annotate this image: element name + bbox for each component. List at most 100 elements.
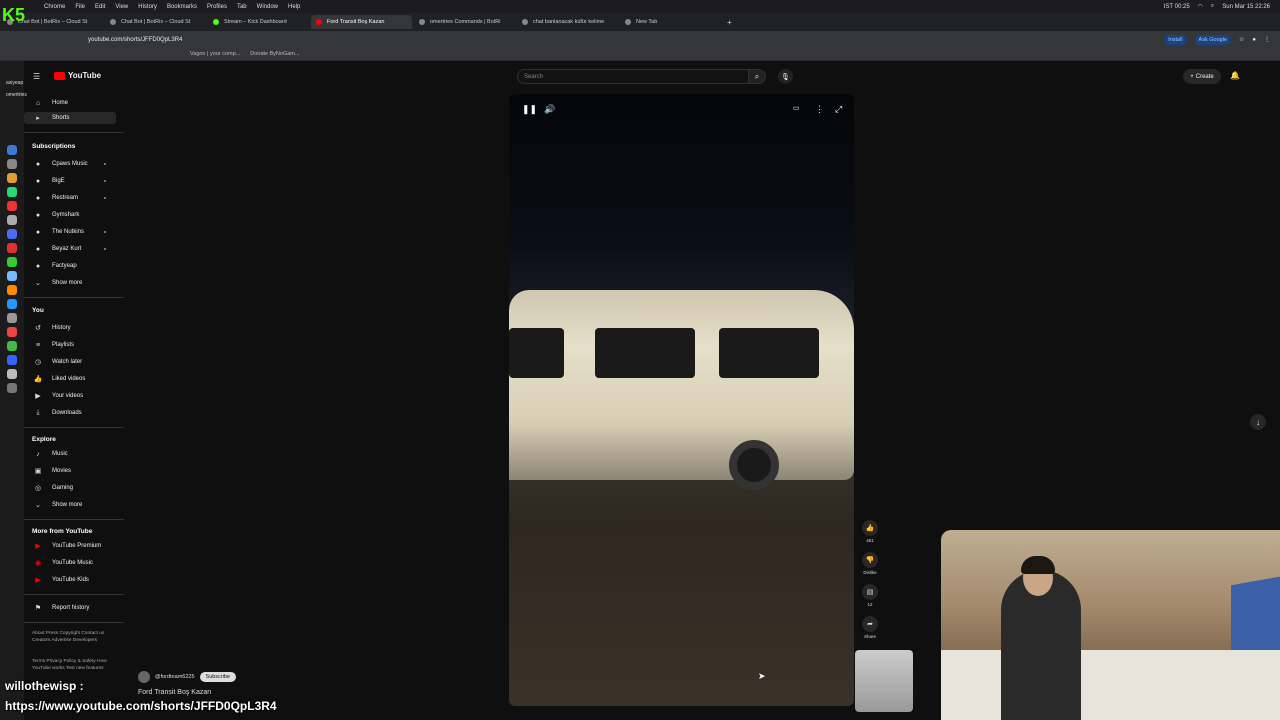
tab-new[interactable]: New Tab [620, 15, 721, 29]
channel-handle[interactable]: @fordteam6225 [155, 674, 195, 680]
star-icon[interactable]: ☆ [1239, 36, 1244, 43]
app-icon[interactable] [7, 201, 17, 211]
short-video-player[interactable]: ❚❚ 🔊 ▭ ⋮ ⤢ [509, 94, 854, 706]
more-icon[interactable]: ⋮ [1264, 36, 1270, 43]
chevron-down-icon: ⌄ [35, 280, 41, 287]
tab-youtube-short[interactable]: Ford Transit Boş Kazan [311, 15, 412, 29]
channel-thumbnail[interactable] [855, 650, 913, 712]
bookmark-donate[interactable]: Donate ByNoGam... [250, 51, 299, 57]
menu-tab[interactable]: Tab [237, 4, 247, 10]
menu-view[interactable]: View [115, 4, 128, 10]
menu-help[interactable]: Help [288, 4, 300, 10]
app-icon[interactable] [7, 285, 17, 295]
sub-the-nutkins[interactable]: ● The Nutkins [24, 226, 116, 238]
search-icon[interactable]: ⌕ [1211, 3, 1214, 10]
you-title[interactable]: You [32, 307, 44, 314]
voice-search-button[interactable]: 🎙 [778, 69, 793, 84]
divider [24, 594, 124, 595]
app-icon[interactable] [7, 369, 17, 379]
app-icon[interactable] [7, 271, 17, 281]
nav-your-videos[interactable]: ▶ Your videos [24, 390, 116, 402]
new-tab-icon[interactable]: + [727, 18, 732, 27]
menu-edit[interactable]: Edit [95, 4, 105, 10]
sub-restream[interactable]: ● Restream [24, 192, 116, 204]
fullscreen-icon[interactable]: ⤢ [835, 104, 842, 115]
more-icon[interactable]: ⋮ [815, 104, 824, 115]
nav-report-history[interactable]: ⚑ Report history [24, 602, 116, 614]
nav-watch-later[interactable]: ◷ Watch later [24, 356, 116, 368]
tab-botrix-2[interactable]: Chat Bot | BotRix – Cloud St [105, 15, 206, 29]
footer-links-1[interactable]: About Press Copyright Contact us Creator… [32, 630, 122, 644]
app-icon[interactable] [7, 299, 17, 309]
url-field[interactable]: youtube.com/shorts/JFFD0QpL3R4 [88, 37, 182, 43]
tab-kick-dashboard[interactable]: Stream – Kick Dashboard [208, 15, 309, 29]
footer-links-2[interactable]: Terms Privacy Policy & Safety How YouTub… [32, 658, 122, 672]
nav-youtube-premium[interactable]: ▶ YouTube Premium [24, 540, 116, 552]
nav-gaming[interactable]: ◎ Gaming [24, 482, 116, 494]
short-title[interactable]: Ford Transit Boş Kazan [138, 689, 211, 696]
app-icon[interactable] [7, 159, 17, 169]
app-icon[interactable] [7, 187, 17, 197]
share-button[interactable]: ➦ [862, 616, 878, 632]
tab-omertries-commands[interactable]: omertries Commands | BotRi [414, 15, 515, 29]
nav-shorts[interactable]: ▸ Shorts [24, 112, 116, 124]
subscribe-button[interactable]: Subscribe [199, 672, 236, 682]
app-icon[interactable] [7, 341, 17, 351]
app-icon[interactable] [7, 173, 17, 183]
app-icon[interactable] [7, 257, 17, 267]
sub-cpaws-music[interactable]: ● Cpaws Music [24, 158, 116, 170]
nav-home[interactable]: ⌂ Home [24, 97, 116, 109]
menu-history[interactable]: History [138, 4, 157, 10]
nav-movies[interactable]: ▣ Movies [24, 465, 116, 477]
sub-factyeap[interactable]: ● Factyeap [24, 260, 116, 272]
app-icon[interactable] [7, 313, 17, 323]
ask-google-button[interactable]: Ask Google [1194, 34, 1231, 45]
app-icon[interactable] [7, 145, 17, 155]
search-button[interactable]: ⌕ [748, 69, 766, 84]
nav-downloads[interactable]: ⤓ Downloads [24, 407, 116, 419]
subscriptions-title[interactable]: Subscriptions [32, 143, 75, 150]
dislike-button[interactable]: 👎 [862, 552, 878, 568]
app-icon[interactable] [7, 355, 17, 365]
nav-history[interactable]: ↺ History [24, 322, 116, 334]
sub-beyaz-kurt[interactable]: ● Beyaz Kurt [24, 243, 116, 255]
menu-app[interactable]: Chrome [44, 4, 65, 10]
explore-show-more[interactable]: ⌄ Show more [24, 499, 116, 511]
notifications-bell-icon[interactable]: 🔔 [1230, 71, 1240, 80]
captions-icon[interactable]: ▭ [793, 104, 800, 112]
nav-music[interactable]: ♪ Music [24, 448, 116, 460]
nav-playlists[interactable]: ≡ Playlists [24, 339, 116, 351]
menu-window[interactable]: Window [257, 4, 278, 10]
nav-youtube-music[interactable]: ◉ YouTube Music [24, 557, 116, 569]
install-button[interactable]: Install [1164, 34, 1187, 45]
clock[interactable]: Sun Mar 15 22:26 [1222, 4, 1270, 10]
app-icon[interactable] [7, 229, 17, 239]
next-short-button[interactable]: ↓ [1250, 414, 1266, 430]
nav-liked-videos[interactable]: 👍 Liked videos [24, 373, 116, 385]
bookmark-vagon[interactable]: Vagon | your comp... [190, 51, 240, 57]
divider [24, 132, 124, 133]
app-icon[interactable] [7, 243, 17, 253]
channel-avatar[interactable] [138, 671, 150, 683]
youtube-logo[interactable]: YouTube [54, 71, 101, 80]
app-icon[interactable] [7, 215, 17, 225]
search-input[interactable]: Search [517, 69, 749, 84]
sub-bige[interactable]: ● BigE [24, 175, 116, 187]
app-icon[interactable] [7, 327, 17, 337]
menu-file[interactable]: File [75, 4, 85, 10]
menu-profiles[interactable]: Profiles [207, 4, 227, 10]
menu-icon[interactable]: ☰ [33, 72, 40, 81]
sub-gymshark[interactable]: ● Gymshark [24, 209, 116, 221]
wifi-icon[interactable]: ◠ [1198, 3, 1203, 10]
tab-chat-ban[interactable]: chat banlanacak küfür kelime [517, 15, 618, 29]
volume-icon[interactable]: 🔊 [544, 104, 555, 115]
like-button[interactable]: 👍 [862, 520, 878, 536]
menu-bookmarks[interactable]: Bookmarks [167, 4, 197, 10]
comments-button[interactable]: ▤ [862, 584, 878, 600]
create-button[interactable]: + Create [1183, 69, 1221, 84]
pause-icon[interactable]: ❚❚ [522, 104, 537, 115]
nav-youtube-kids[interactable]: ▶ YouTube Kids [24, 574, 116, 586]
profile-icon[interactable]: ● [1252, 37, 1256, 43]
trash-icon[interactable] [7, 383, 17, 393]
subs-show-more[interactable]: ⌄ Show more [24, 277, 116, 289]
